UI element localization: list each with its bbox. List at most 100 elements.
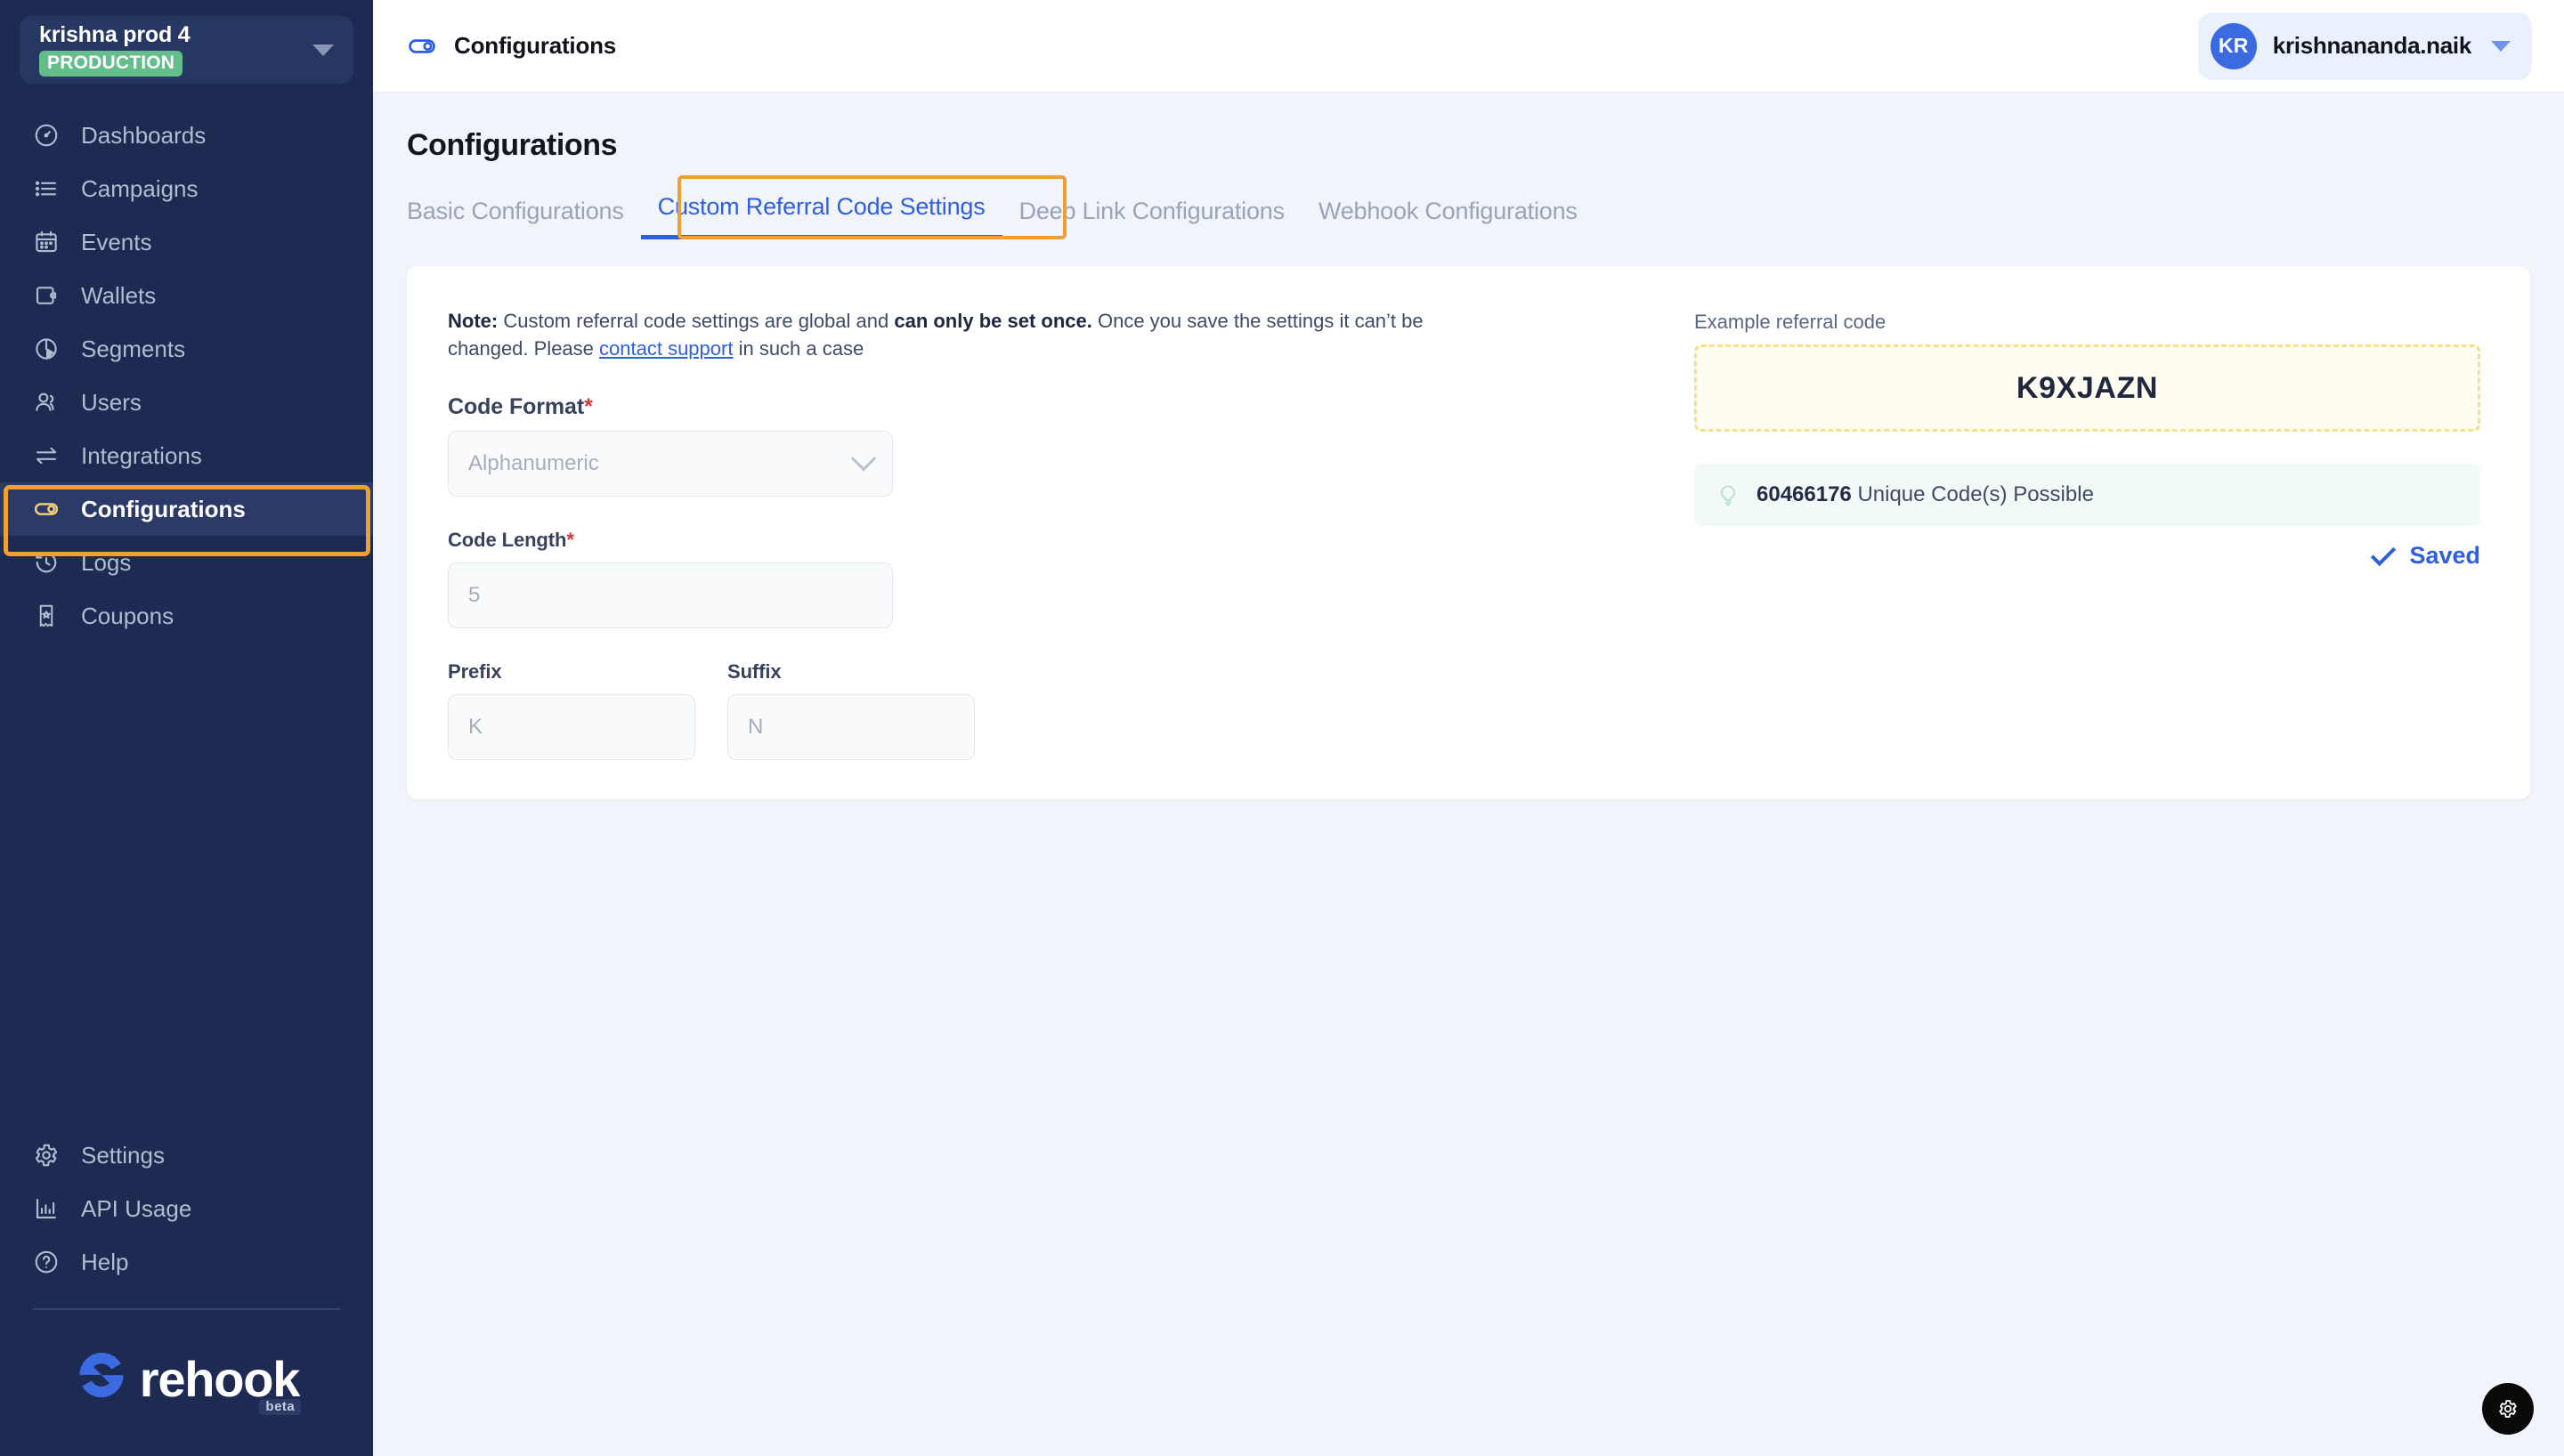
sidebar-item-label: Configurations [81, 495, 246, 522]
sidebar-item-settings[interactable]: Settings [0, 1128, 373, 1182]
sidebar-item-label: Segments [81, 335, 186, 362]
field-code-format: Code Format* Alphanumeric [448, 394, 1659, 497]
page-title: Configurations [407, 128, 618, 162]
project-name: krishna prod 4 [39, 22, 191, 48]
arrows-exchange-icon [32, 441, 61, 470]
field-code-length: Code Length* 5 [448, 529, 1659, 629]
brand-logo: rehook beta [0, 1310, 373, 1449]
note-label: Note: [448, 310, 499, 332]
sidebar-item-users[interactable]: Users [0, 376, 373, 429]
card-footer: Saved [1694, 540, 2480, 570]
note-part-3: in such a case [733, 337, 864, 360]
code-format-select[interactable]: Alphanumeric [448, 431, 893, 497]
gear-icon [2499, 1400, 2517, 1418]
sidebar-item-label: Help [81, 1248, 129, 1275]
save-status-label: Saved [2409, 542, 2480, 569]
code-length-label: Code Length* [448, 529, 1659, 552]
field-row-prefix-suffix: Prefix K Suffix N [448, 660, 1659, 761]
wallet-icon [32, 281, 61, 310]
unique-codes-hint-text: 60466176 Unique Code(s) Possible [1757, 482, 2094, 507]
tab-basic-configurations[interactable]: Basic Configurations [407, 190, 641, 239]
toggle-icon [32, 495, 61, 523]
code-format-label-text: Code Format [448, 394, 585, 420]
bar-chart-icon [32, 1194, 61, 1223]
user-name: krishnananda.naik [2272, 32, 2472, 59]
sidebar-item-label: API Usage [81, 1194, 192, 1222]
tab-webhook-configurations[interactable]: Webhook Configurations [1302, 190, 1594, 239]
sidebar-item-configurations[interactable]: Configurations [0, 482, 373, 536]
ticket-star-icon [32, 602, 61, 630]
preview-panel: Example referral code K9XJAZN 60466176 U… [1694, 307, 2480, 760]
main-area: Configurations KR krishnananda.naik Conf… [373, 0, 2564, 1456]
sidebar-item-wallets[interactable]: Wallets [0, 269, 373, 322]
lightbulb-icon [1716, 482, 1740, 507]
required-marker: * [566, 529, 574, 552]
settings-form: Note: Custom referral code settings are … [448, 307, 1659, 761]
tab-deep-link-configurations[interactable]: Deep Link Configurations [1002, 190, 1302, 239]
suffix-value: N [748, 715, 764, 740]
example-referral-code-box: K9XJAZN [1694, 344, 2480, 432]
save-button[interactable]: Saved [2371, 540, 2480, 570]
sidebar-item-events[interactable]: Events [0, 215, 373, 269]
unique-codes-count: 60466176 [1757, 482, 1852, 506]
users-icon [32, 388, 61, 417]
code-format-value: Alphanumeric [468, 451, 599, 476]
suffix-input[interactable]: N [727, 694, 975, 761]
chevron-down-icon[interactable] [312, 44, 334, 56]
support-widget-button[interactable] [2482, 1383, 2534, 1435]
sidebar-item-label: Logs [81, 548, 132, 576]
suffix-label: Suffix [727, 660, 782, 684]
sidebar-item-campaigns[interactable]: Campaigns [0, 162, 373, 215]
gear-icon [32, 1141, 61, 1169]
sidebar-item-label: Coupons [81, 602, 174, 629]
code-length-value: 5 [468, 583, 481, 608]
calendar-icon [32, 228, 61, 256]
sidebar-item-label: Wallets [81, 281, 157, 309]
prefix-value: K [468, 715, 483, 740]
sidebar-item-integrations[interactable]: Integrations [0, 429, 373, 482]
settings-card: Note: Custom referral code settings are … [407, 266, 2530, 800]
beta-badge: beta [259, 1398, 302, 1415]
sidebar-item-label: Users [81, 388, 142, 416]
page-content: Configurations Basic Configurations Cust… [373, 93, 2564, 800]
chevron-down-icon[interactable] [850, 446, 877, 472]
project-switcher[interactable]: krishna prod 4 PRODUCTION [20, 16, 353, 84]
code-length-input[interactable]: 5 [448, 562, 893, 629]
chevron-down-icon[interactable] [2491, 40, 2511, 52]
example-referral-code-label: Example referral code [1694, 311, 1886, 333]
prefix-input[interactable]: K [448, 694, 695, 761]
project-switcher-text: krishna prod 4 PRODUCTION [39, 23, 304, 77]
sidebar-item-coupons[interactable]: Coupons [0, 589, 373, 643]
note-part-1: Custom referral code settings are global… [498, 310, 895, 332]
topbar-title: Configurations [454, 32, 617, 59]
sidebar-item-api-usage[interactable]: API Usage [0, 1182, 373, 1235]
prefix-label: Prefix [448, 660, 502, 684]
user-menu[interactable]: KR krishnananda.naik [2197, 12, 2532, 80]
sidebar: krishna prod 4 PRODUCTION Dashboards Cam… [0, 0, 373, 1456]
example-referral-code-value: K9XJAZN [2016, 370, 2159, 405]
rehook-logo-icon [74, 1347, 129, 1403]
sidebar-item-segments[interactable]: Segments [0, 322, 373, 376]
sidebar-item-label: Events [81, 228, 152, 255]
sidebar-item-label: Campaigns [81, 174, 199, 202]
question-circle-icon [32, 1248, 61, 1276]
sidebar-item-dashboards[interactable]: Dashboards [0, 109, 373, 162]
sidebar-item-label: Integrations [81, 441, 202, 469]
brand-name: rehook beta [140, 1354, 302, 1415]
pie-chart-icon [32, 335, 61, 363]
field-prefix: Prefix K [448, 660, 695, 761]
topbar-right: KR krishnananda.naik [2197, 12, 2532, 80]
code-format-label: Code Format* [448, 394, 1659, 420]
sidebar-item-help[interactable]: Help [0, 1235, 373, 1289]
history-clock-icon [32, 548, 61, 577]
unique-codes-hint: 60466176 Unique Code(s) Possible [1694, 464, 2480, 526]
avatar: KR [2210, 22, 2257, 69]
tab-custom-referral-code-settings[interactable]: Custom Referral Code Settings [640, 186, 1002, 239]
contact-support-link[interactable]: contact support [599, 337, 733, 360]
toggle-icon [407, 31, 437, 61]
tab-bar: Basic Configurations Custom Referral Cod… [407, 175, 2530, 239]
sidebar-nav-bottom: Settings API Usage Help rehook beta [0, 1128, 373, 1449]
list-icon [32, 174, 61, 203]
field-suffix: Suffix N [727, 660, 975, 761]
sidebar-item-logs[interactable]: Logs [0, 536, 373, 589]
